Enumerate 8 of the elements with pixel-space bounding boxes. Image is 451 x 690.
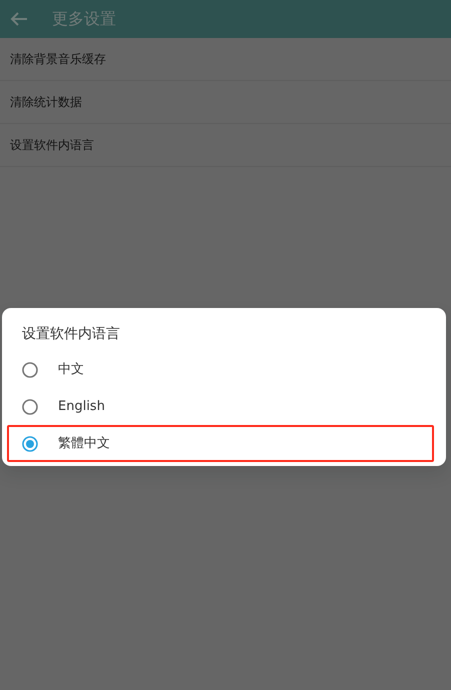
radio-button[interactable] xyxy=(22,436,38,452)
screen-title: 更多设置 xyxy=(52,8,116,30)
language-option[interactable]: 中文 xyxy=(7,351,434,388)
dialog-title: 设置软件内语言 xyxy=(21,325,121,344)
highlighted-language-option[interactable]: 繁體中文 xyxy=(7,425,434,462)
radio-button[interactable] xyxy=(22,362,38,378)
language-option[interactable]: English xyxy=(7,388,434,425)
radio-button[interactable] xyxy=(22,398,38,414)
